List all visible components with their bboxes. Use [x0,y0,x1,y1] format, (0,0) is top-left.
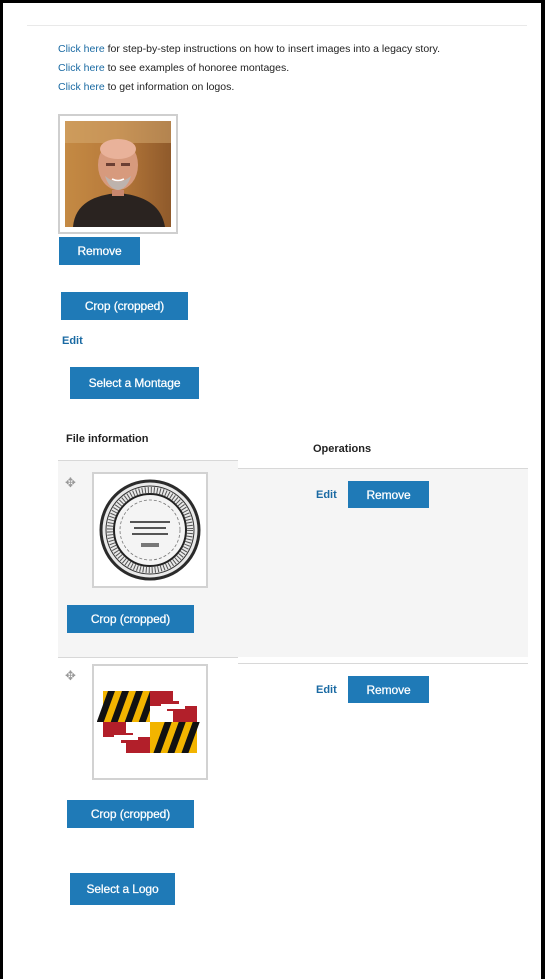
remove-montage-button[interactable]: Remove [59,237,140,265]
instructions-link[interactable]: Click here [58,43,105,55]
seal-icon [97,477,203,583]
flag-icon [96,669,203,775]
logo-thumbnail [92,664,208,780]
logo-thumbnail [92,472,208,588]
operations-header: Operations [313,443,372,455]
remove-logo-button[interactable]: Remove [348,481,429,508]
drag-handle-icon[interactable]: ✥ [65,668,76,684]
instruction-text: to see examples of honoree montages. [104,62,290,74]
instruction-text: to get information on logos. [104,81,235,93]
instruction-line: Click here to get information on logos. [58,78,440,97]
edit-logo-link[interactable]: Edit [316,489,337,501]
montage-photo [58,114,178,234]
top-divider [27,25,527,26]
crop-logo-button[interactable]: Crop (cropped) [67,800,194,828]
instruction-text: for step-by-step instructions on how to … [104,43,441,55]
drag-handle-icon[interactable]: ✥ [65,475,76,491]
table-divider [58,657,238,658]
logos-info-link[interactable]: Click here [58,81,105,93]
crop-montage-button[interactable]: Crop (cropped) [61,292,188,320]
table-divider [238,663,528,664]
person-photo-icon [65,121,171,227]
select-logo-button[interactable]: Select a Logo [70,873,175,905]
table-divider [58,460,238,461]
instruction-line: Click here for step-by-step instructions… [58,40,440,59]
edit-logo-link[interactable]: Edit [316,684,337,696]
file-information-header: File information [66,433,149,445]
edit-montage-link[interactable]: Edit [62,335,83,347]
remove-logo-button[interactable]: Remove [348,676,429,703]
montage-examples-link[interactable]: Click here [58,62,105,74]
instructions-block: Click here for step-by-step instructions… [58,40,440,97]
crop-logo-button[interactable]: Crop (cropped) [67,605,194,633]
instruction-line: Click here to see examples of honoree mo… [58,59,440,78]
select-montage-button[interactable]: Select a Montage [70,367,199,399]
table-divider [238,468,528,469]
